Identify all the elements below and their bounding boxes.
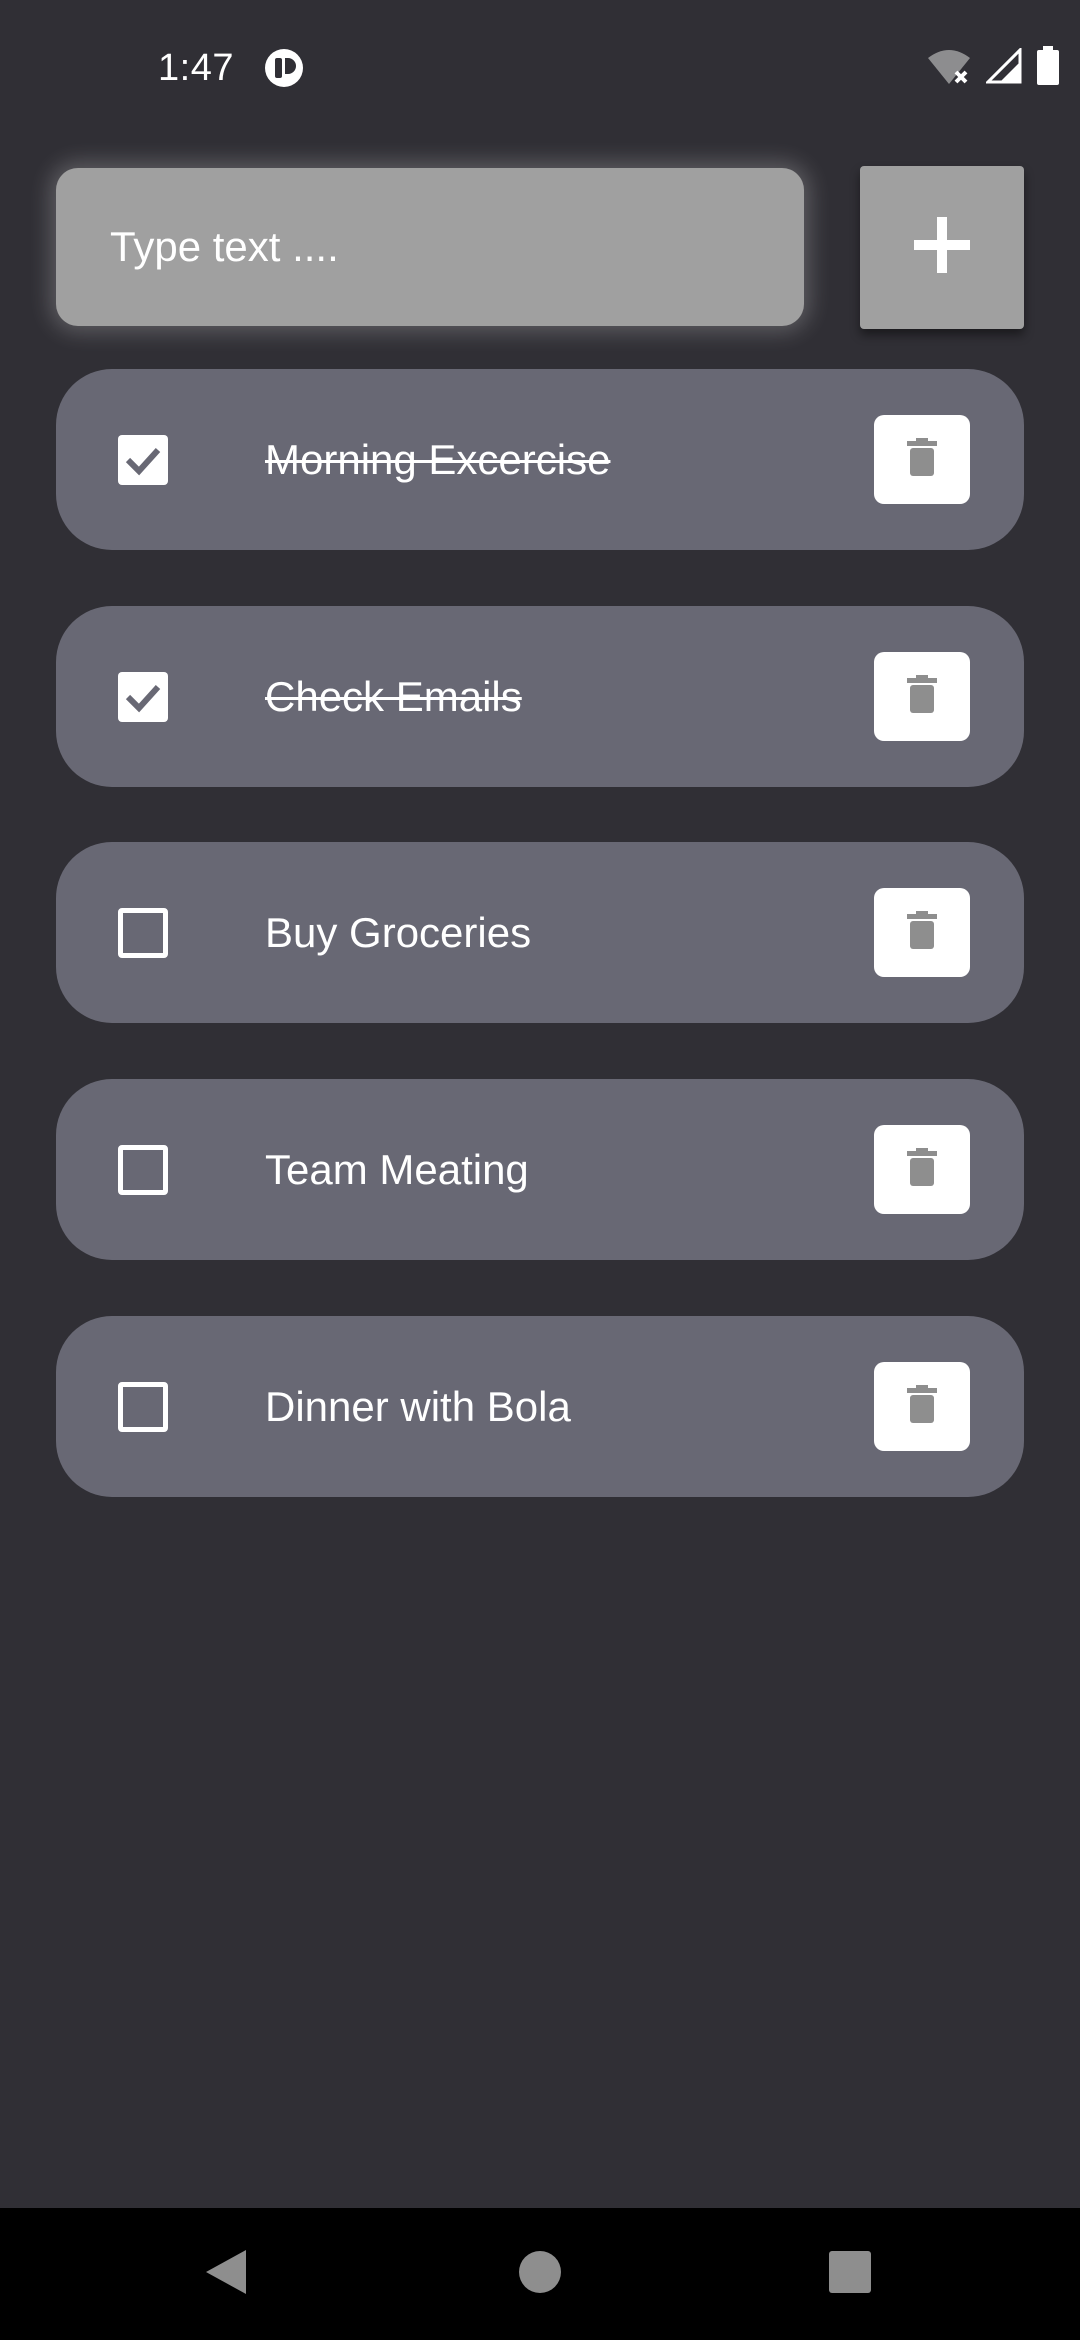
task-checkbox[interactable] [118, 1145, 168, 1195]
wifi-off-icon [926, 46, 972, 91]
status-icons [926, 45, 1060, 91]
tethering-app-icon [264, 48, 304, 88]
delete-task-button[interactable] [874, 888, 970, 977]
task-item: Morning Excercise [56, 369, 1024, 550]
plus-icon [914, 217, 970, 278]
recents-button[interactable] [820, 2244, 880, 2304]
task-item: Buy Groceries [56, 842, 1024, 1023]
back-button[interactable] [196, 2244, 256, 2304]
checkmark-icon [125, 684, 161, 713]
trash-icon [907, 675, 937, 718]
checkmark-icon [125, 447, 161, 476]
home-button[interactable] [510, 2244, 570, 2304]
trash-icon [907, 1385, 937, 1428]
trash-icon [907, 1148, 937, 1191]
trash-icon [907, 911, 937, 954]
task-checkbox[interactable] [118, 672, 168, 722]
status-time: 1:47 [158, 47, 234, 89]
back-icon [204, 2248, 248, 2301]
recents-icon [828, 2250, 872, 2299]
task-label: Check Emails [265, 673, 522, 720]
status-bar: 1:47 [0, 0, 1080, 140]
home-icon [518, 2250, 562, 2299]
delete-task-button[interactable] [874, 652, 970, 741]
trash-icon [907, 438, 937, 481]
task-input-field[interactable] [56, 168, 804, 326]
delete-task-button[interactable] [874, 1125, 970, 1214]
task-checkbox[interactable] [118, 1382, 168, 1432]
task-item: Check Emails [56, 606, 1024, 787]
delete-task-button[interactable] [874, 415, 970, 504]
task-checkbox[interactable] [118, 435, 168, 485]
delete-task-button[interactable] [874, 1362, 970, 1451]
todo-screen: 1:47 Type text .... Morning Excercise Ch… [0, 0, 1080, 2340]
task-label: Team Meating [265, 1146, 529, 1193]
add-task-button[interactable] [860, 166, 1024, 329]
task-label: Buy Groceries [265, 909, 532, 956]
cellular-signal-icon [984, 45, 1022, 89]
task-input[interactable] [108, 222, 752, 272]
navigation-bar [0, 2208, 1080, 2340]
task-item: Team Meating [56, 1079, 1024, 1260]
task-label: Morning Excercise [265, 436, 611, 483]
task-label: Dinner with Bola [265, 1383, 571, 1430]
battery-icon [1036, 45, 1060, 91]
task-item: Dinner with Bola [56, 1316, 1024, 1497]
task-checkbox[interactable] [118, 908, 168, 958]
